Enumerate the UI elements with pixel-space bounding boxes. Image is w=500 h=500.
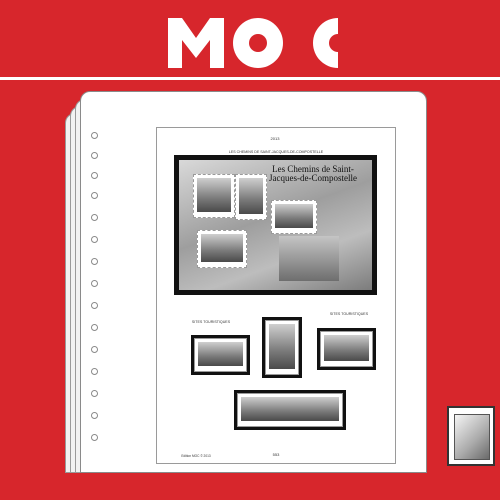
binder-hole — [91, 324, 98, 331]
binder-hole — [91, 214, 98, 221]
right-group-caption: SITES TOURISTIQUES — [329, 312, 369, 316]
binder-hole — [91, 192, 98, 199]
binder-hole — [91, 280, 98, 287]
binder-hole — [91, 368, 98, 375]
stamp-mount — [191, 335, 250, 375]
binder-hole — [91, 236, 98, 243]
stamp — [235, 174, 267, 220]
page-number: 553 — [272, 452, 280, 457]
stamp — [197, 230, 247, 268]
binder-hole — [91, 258, 98, 265]
binder-hole — [91, 302, 98, 309]
album-page: 2013 LES CHEMINS DE SAINT-JACQUES-DE-COM… — [80, 91, 427, 473]
stamp-mount — [262, 317, 302, 378]
binder-hole — [91, 132, 98, 139]
binder-hole — [91, 412, 98, 419]
sheet-illustration — [279, 236, 339, 281]
stamp-strip-mount — [234, 390, 346, 430]
moc-logo — [168, 18, 338, 68]
binder-hole — [91, 434, 98, 441]
album-mount-icon — [447, 406, 495, 466]
left-group-caption: SITES TOURISTIQUES — [191, 320, 231, 324]
souvenir-sheet-caption: LES CHEMINS DE SAINT-JACQUES-DE-COMPOSTE… — [228, 150, 324, 154]
stamp — [271, 200, 317, 234]
binder-hole — [91, 390, 98, 397]
binder-hole — [91, 346, 98, 353]
stamp-mount — [317, 328, 376, 370]
souvenir-sheet-mount: Les Chemins de Saint-Jacques-de-Composte… — [174, 155, 377, 295]
binder-hole — [91, 172, 98, 179]
stamp — [193, 174, 235, 218]
souvenir-sheet: Les Chemins de Saint-Jacques-de-Composte… — [179, 160, 372, 290]
binder-hole — [91, 152, 98, 159]
footer-edition: Edition MOC © 2013 — [181, 454, 211, 458]
page-year: 2013 — [270, 136, 280, 141]
sheet-title: Les Chemins de Saint-Jacques-de-Composte… — [269, 164, 357, 183]
header-divider — [0, 77, 500, 80]
